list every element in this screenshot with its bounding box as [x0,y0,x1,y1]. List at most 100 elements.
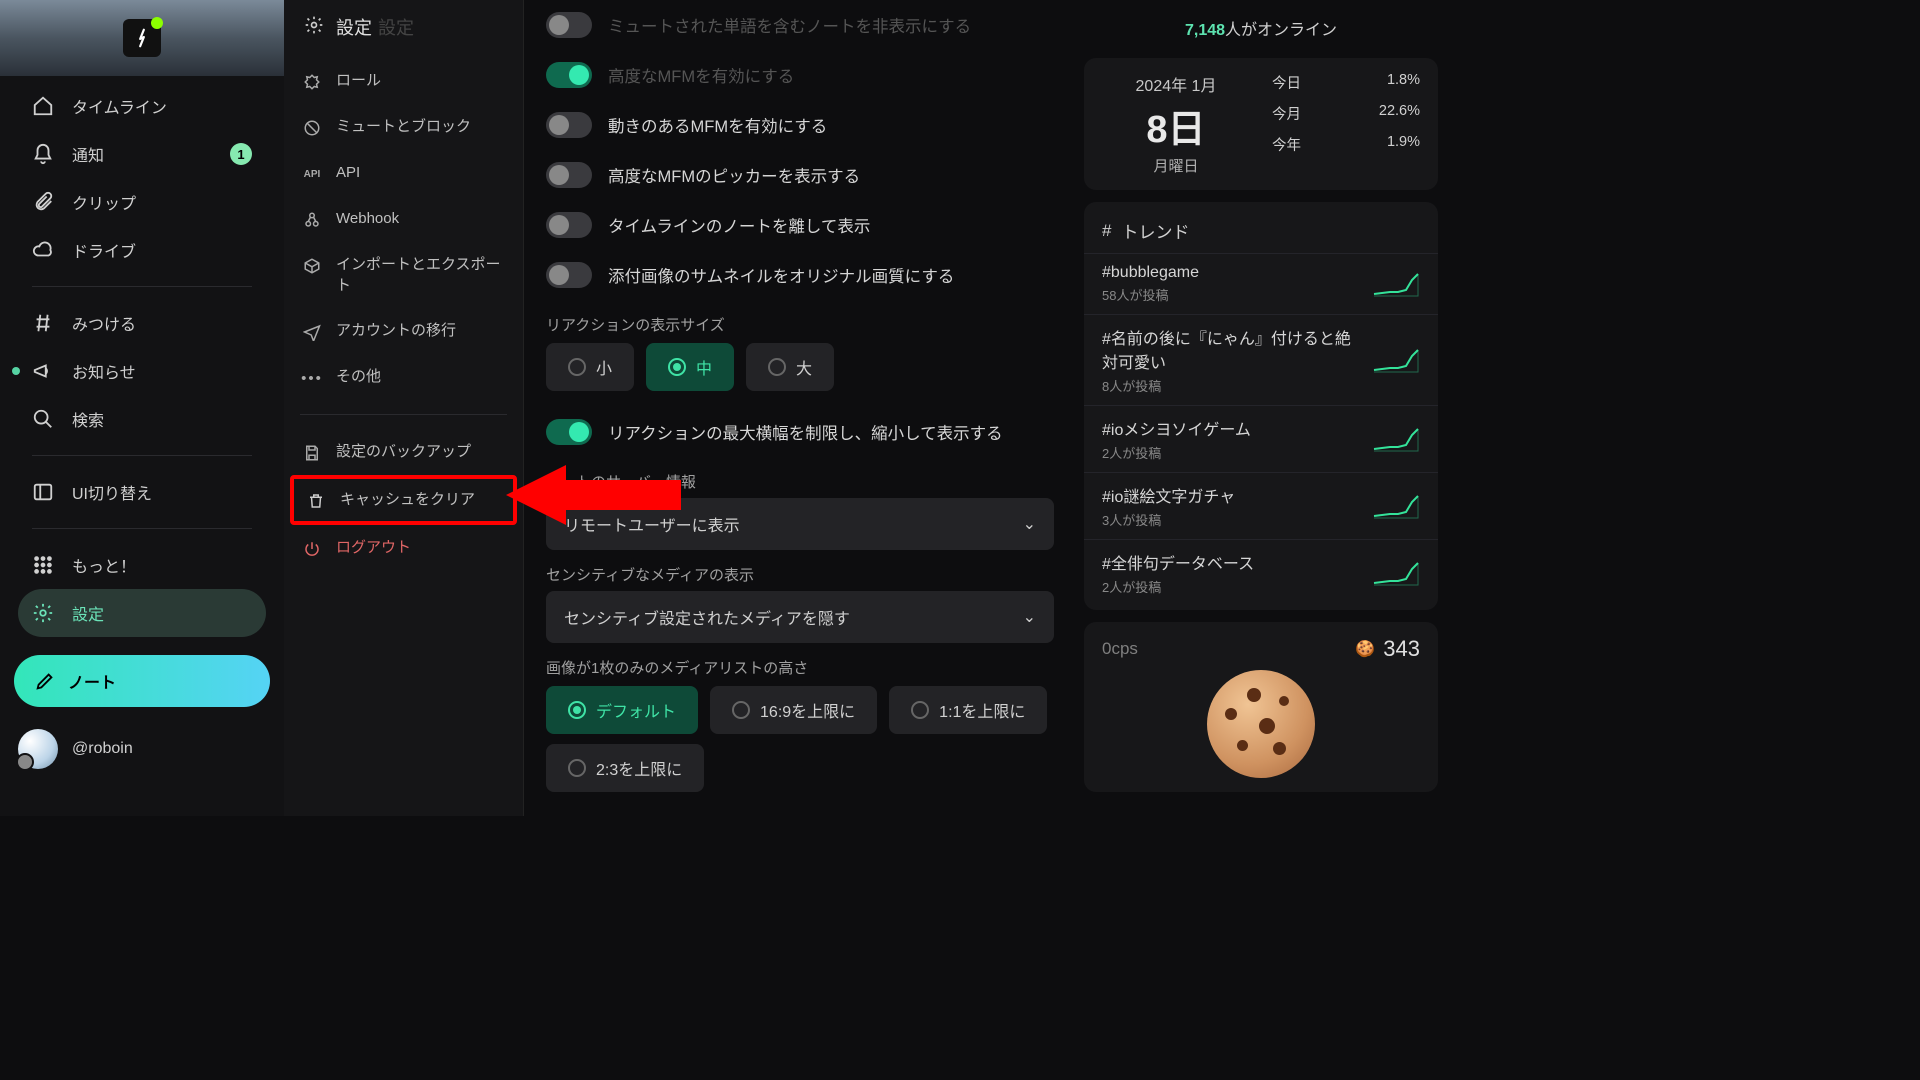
toggle-original-thumb-row: 添付画像のサムネイルをオリジナル画質にする [546,250,1054,300]
webhook-icon [302,210,322,230]
pencil-icon [34,670,56,692]
settings-item-label: ログアウト [336,537,411,558]
online-count: 7,148 [1185,22,1225,39]
toggle-hide-muted[interactable] [546,12,592,38]
settings-role[interactable]: ロール [284,58,523,104]
settings-clear-cache[interactable]: キャッシュをクリア [290,475,517,525]
cookie-count: 🍪 343 [1355,636,1420,662]
sparkline-icon [1372,270,1420,298]
trend-sub: 8人が投稿 [1102,376,1360,395]
trend-sub: 2人が投稿 [1102,443,1360,462]
toggle-label: リアクションの最大横幅を制限し、縮小して表示する [608,420,1003,444]
settings-api[interactable]: API API [284,150,523,196]
size-large[interactable]: 大 [746,343,834,391]
note-server-info-label: ノートのサーバー情報 [546,471,1054,492]
toggle-original-thumb[interactable] [546,262,592,288]
aspect-default[interactable]: デフォルト [546,686,698,734]
notification-badge: 1 [230,143,252,165]
sparkline-icon [1372,425,1420,453]
settings-logout[interactable]: ログアウト [284,525,523,571]
toggle-animated-mfm-row: 動きのあるMFMを有効にする [546,100,1054,150]
toggle-animated-mfm[interactable] [546,112,592,138]
settings-import-export[interactable]: インポートとエクスポート [284,242,523,308]
toggle-limit-reaction-width[interactable] [546,419,592,445]
toggle-label: ミュートされた単語を含むノートを非表示にする [608,13,971,37]
hash-icon: # [1102,221,1111,241]
settings-item-label: Webhook [336,208,399,229]
package-icon [302,256,322,276]
power-icon [302,539,322,559]
plane-icon [302,322,322,342]
select-value: リモートユーザーに表示 [564,512,740,536]
paperclip-icon [32,191,54,213]
settings-webhook[interactable]: Webhook [284,196,523,242]
aspect-2-3[interactable]: 2:3を上限に [546,744,704,792]
settings-other[interactable]: ••• その他 [284,354,523,400]
nav-label: クリップ [72,190,136,214]
trend-tag: #ioメシヨソイゲーム [1102,416,1360,440]
banner [0,0,284,76]
settings-item-label: キャッシュをクリア [340,489,475,510]
ban-icon [302,118,322,138]
stat-month-label: 今月 [1272,103,1301,124]
bell-icon [32,143,54,165]
toggle-mfm-picker[interactable] [546,162,592,188]
nav-notifications[interactable]: 通知 1 [18,130,266,178]
trend-item[interactable]: #名前の後に『にゃん』付けると絶対可愛い 8人が投稿 [1084,314,1438,405]
cookie-clicker[interactable] [1102,670,1420,778]
nav-label: ドライブ [72,238,136,262]
trend-sub: 2人が投稿 [1102,577,1360,596]
aspect-1-1[interactable]: 1:1を上限に [889,686,1047,734]
online-users: 7,148人がオンライン [1084,12,1438,46]
account-row[interactable]: @roboin [0,719,284,787]
settings-account-migration[interactable]: アカウントの移行 [284,308,523,354]
settings-item-label: ミュートとブロック [336,116,471,137]
avatar [18,729,58,769]
toggle-advanced-mfm[interactable] [546,62,592,88]
toggle-hide-muted-row: ミュートされた単語を含むノートを非表示にする [546,0,1054,50]
new-note-button[interactable]: ノート [14,655,270,707]
trend-item[interactable]: #bubblegame58人が投稿 [1084,253,1438,314]
trend-item[interactable]: #ioメシヨソイゲーム 2人が投稿 [1084,405,1438,472]
sparkline-icon [1372,346,1420,374]
nav-clips[interactable]: クリップ [18,178,266,226]
dots-icon: ••• [302,368,322,388]
toggle-separate-timeline[interactable] [546,212,592,238]
sensitive-media-select[interactable]: センシティブ設定されたメディアを隠す ⌄ [546,591,1054,643]
aspect-16-9[interactable]: 16:9を上限に [710,686,877,734]
nav-drive[interactable]: ドライブ [18,226,266,274]
megaphone-icon [32,360,54,382]
date-weekday: 月曜日 [1102,155,1250,176]
nav-more[interactable]: もっと！ [18,541,266,589]
chevron-down-icon: ⌄ [1023,514,1036,534]
cps-label: 0cps [1102,639,1138,659]
nav-label: もっと！ [72,553,136,577]
settings-item-label: インポートとエクスポート [336,254,505,296]
nav-search[interactable]: 検索 [18,395,266,443]
toggle-limit-reaction-width-row: リアクションの最大横幅を制限し、縮小して表示する [546,407,1054,457]
nav-ui-switch[interactable]: UI切り替え [18,468,266,516]
trash-icon [306,491,326,511]
trends-card: # トレンド #bubblegame58人が投稿#名前の後に『にゃん』付けると絶… [1084,202,1438,610]
toggle-label: 高度なMFMを有効にする [608,63,794,87]
trend-item[interactable]: #io謎絵文字ガチャ3人が投稿 [1084,472,1438,539]
nav-explore[interactable]: みつける [18,299,266,347]
size-medium[interactable]: 中 [646,343,734,391]
note-server-info-select[interactable]: リモートユーザーに表示 ⌄ [546,498,1054,550]
toggle-label: 動きのあるMFMを有効にする [608,113,827,137]
stat-year-label: 今年 [1272,134,1301,155]
settings-backup[interactable]: 設定のバックアップ [284,429,523,475]
nav-announcements[interactable]: お知らせ [18,347,266,395]
settings-header: 設定 設定 [284,0,523,54]
instance-logo[interactable] [123,19,161,57]
size-small[interactable]: 小 [546,343,634,391]
nav-timeline[interactable]: タイムライン [18,82,266,130]
toggle-label: 添付画像のサムネイルをオリジナル画質にする [608,263,954,287]
left-sidebar: タイムライン 通知 1 クリップ ドライブ みつける お知らせ 検索 [0,0,284,816]
nav-settings[interactable]: 設定 [18,589,266,637]
settings-mute-block[interactable]: ミュートとブロック [284,104,523,150]
trend-tag: #名前の後に『にゃん』付けると絶対可愛い [1102,325,1360,373]
trend-item[interactable]: #全俳句データベース2人が投稿 [1084,539,1438,606]
gear-icon [32,602,54,624]
badge-icon [302,72,322,92]
